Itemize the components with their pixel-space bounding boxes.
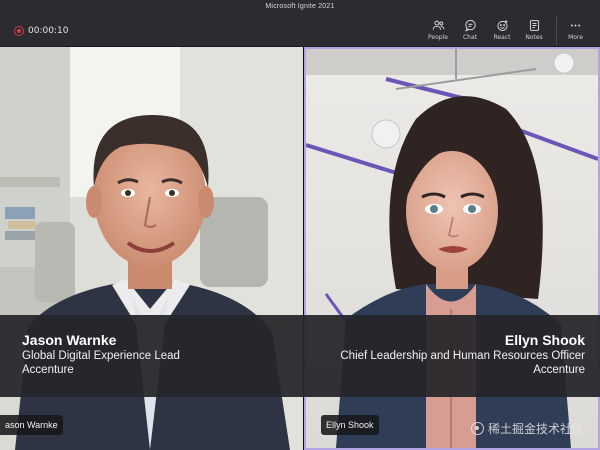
meeting-timer: 00:00:10 — [28, 26, 69, 36]
people-icon — [432, 20, 444, 30]
chat-button[interactable]: Chat — [454, 17, 486, 45]
meeting-toolbar: People Chat React Notes More — [422, 17, 590, 45]
notes-icon — [529, 20, 539, 31]
speaker-name: Jason Warnke — [22, 332, 117, 348]
people-label: People — [428, 34, 448, 41]
speaker-name: Ellyn Shook — [504, 332, 585, 348]
watermark-logo-icon — [470, 422, 484, 435]
react-label: React — [493, 34, 511, 41]
speaker-company: Accenture — [22, 364, 74, 376]
react-icon — [496, 20, 508, 31]
more-label: More — [568, 34, 583, 41]
meeting-top-bar: Microsoft Ignite 2021 00:00:10 People Ch… — [0, 0, 600, 47]
window-title: Microsoft Ignite 2021 — [265, 3, 335, 10]
chat-icon — [464, 19, 476, 32]
recording-indicator: 00:00:10 — [14, 24, 68, 38]
watermark-text: 稀土掘金技术社区 — [487, 422, 584, 436]
record-icon — [14, 26, 24, 36]
speaker-company: Accenture — [533, 364, 585, 376]
more-button[interactable]: More — [556, 17, 590, 45]
participant-name-tag: Ellyn Shook — [321, 415, 379, 435]
speaker-caption-jason: Jason Warnke Global Digital Experience L… — [22, 331, 180, 377]
react-button[interactable]: React — [486, 17, 518, 45]
chat-label: Chat — [462, 34, 478, 41]
notes-button[interactable]: Notes — [518, 17, 550, 45]
watermark: 稀土掘金技术社区 — [470, 420, 584, 437]
more-icon — [570, 24, 581, 27]
speaker-title: Chief Leadership and Human Resources Off… — [340, 350, 585, 362]
notes-label: Notes — [525, 34, 543, 41]
speaker-caption-ellyn: Ellyn Shook Chief Leadership and Human R… — [340, 331, 585, 377]
speaker-title: Global Digital Experience Lead — [22, 350, 180, 362]
people-button[interactable]: People — [422, 17, 454, 45]
participant-name-tag: ason Warnke — [0, 415, 63, 435]
